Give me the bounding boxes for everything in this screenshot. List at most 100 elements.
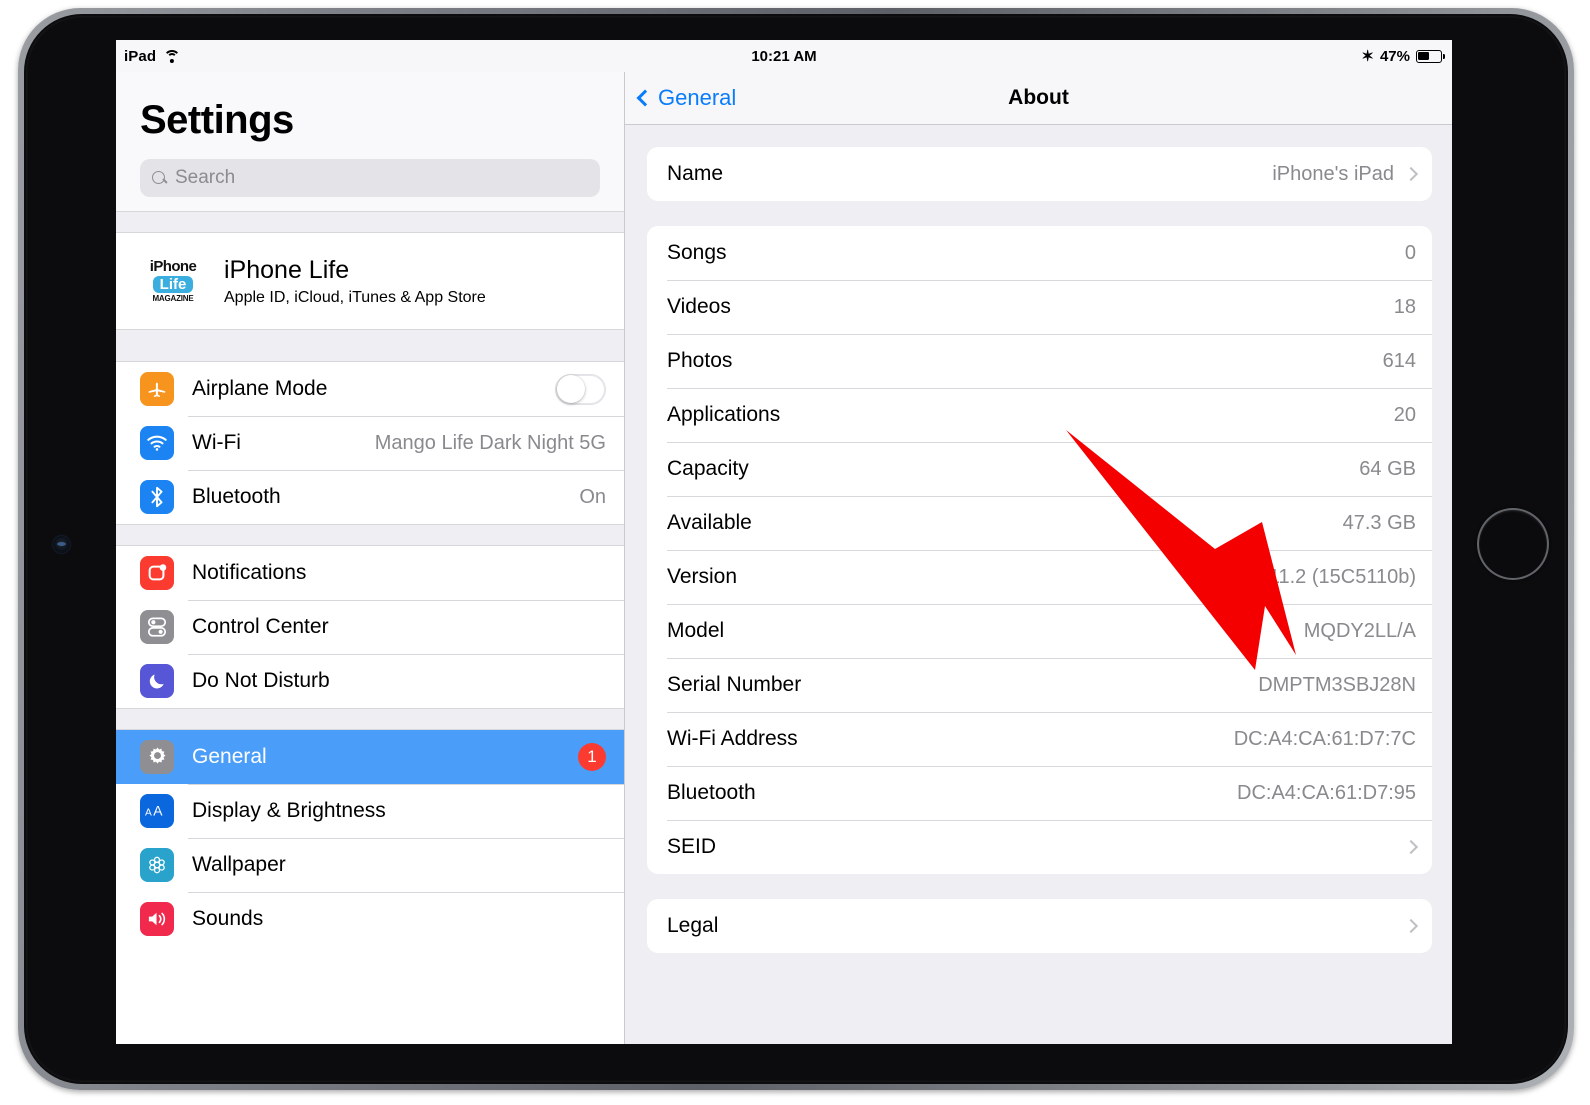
row-value: 47.3 GB	[1342, 511, 1416, 534]
row-label: Wi-Fi Address	[667, 727, 798, 750]
row-label: Available	[667, 511, 752, 534]
row-label: Version	[667, 565, 738, 588]
back-button[interactable]: General	[625, 85, 736, 111]
notifications-icon	[140, 556, 174, 590]
sidebar-item-airplane-mode[interactable]: Airplane Mode	[116, 362, 624, 416]
sidebar-item-display-brightness[interactable]: A A Display & Brightness	[116, 784, 624, 838]
wifi-icon	[140, 426, 174, 460]
sidebar-item-general[interactable]: General 1	[116, 730, 624, 784]
about-pane: General About Name iPhone's iPad Songs 0…	[625, 72, 1452, 1044]
row-label: Applications	[667, 403, 781, 426]
logo-line-3: MAGAZINE	[152, 294, 194, 303]
status-bar-right: ✶ 47%	[1361, 47, 1446, 65]
chevron-right-icon	[1403, 918, 1419, 934]
sidebar-item-wallpaper[interactable]: Wallpaper	[116, 838, 624, 892]
sidebar-item-label: Control Center	[192, 615, 329, 638]
sidebar-group-connectivity: Airplane Mode Wi-Fi Mango Life Dark Nigh…	[116, 362, 624, 524]
about-section-name: Name iPhone's iPad	[647, 147, 1432, 201]
row-value: 0	[1404, 241, 1416, 264]
sidebar-item-label: Notifications	[192, 561, 307, 584]
table-row-model: Model MQDY2LL/A	[647, 604, 1432, 658]
sidebar-item-do-not-disturb[interactable]: Do Not Disturb	[116, 654, 624, 708]
table-row: Capacity 64 GB	[647, 442, 1432, 496]
sidebar-group-system: General 1 A A Display & Brightness Wallp…	[116, 730, 624, 946]
status-bar: iPad 10:21 AM ✶ 47%	[116, 40, 1452, 72]
wallpaper-icon	[140, 848, 174, 882]
text-size-icon: A A	[140, 794, 174, 828]
row-label: Bluetooth	[667, 781, 756, 804]
airplane-icon	[140, 372, 174, 406]
row-label: Photos	[667, 349, 733, 372]
row-value: DC:A4:CA:61:D7:7C	[1233, 727, 1416, 750]
control-center-icon	[140, 610, 174, 644]
sidebar-header: Settings Search	[116, 72, 624, 211]
bluetooth-state-value: On	[579, 485, 606, 508]
front-camera-glint	[57, 542, 66, 546]
sidebar-item-label: Sounds	[192, 907, 264, 930]
row-value: 64 GB	[1359, 457, 1416, 480]
home-button[interactable]	[1477, 508, 1549, 580]
sidebar-gap	[116, 524, 624, 546]
sidebar-item-apple-id[interactable]: iPhone Life MAGAZINE iPhone Life Apple I…	[116, 233, 624, 329]
table-row: Songs 0	[647, 226, 1432, 280]
about-section-legal: Legal	[647, 899, 1432, 953]
back-button-label: General	[658, 85, 737, 110]
battery-icon	[1416, 49, 1446, 63]
bluetooth-icon	[140, 480, 174, 514]
table-row[interactable]: Legal	[647, 899, 1432, 953]
sidebar-gap	[116, 211, 624, 233]
row-value: 614	[1382, 349, 1416, 372]
table-row[interactable]: Name iPhone's iPad	[647, 147, 1432, 201]
apple-id-subtitle: Apple ID, iCloud, iTunes & App Store	[224, 288, 486, 306]
apple-id-text: iPhone Life Apple ID, iCloud, iTunes & A…	[224, 256, 486, 307]
screenshot-root: iPad 10:21 AM ✶ 47% Settings Search iPho…	[0, 0, 1590, 1105]
row-value: DC:A4:CA:61:D7:95	[1237, 781, 1416, 804]
row-value: 20	[1393, 403, 1416, 426]
table-row: Wi-Fi Address DC:A4:CA:61:D7:7C	[647, 712, 1432, 766]
split-view: Settings Search iPhone Life MAGAZINE iPh…	[116, 72, 1452, 1044]
chevron-right-icon	[1403, 839, 1419, 855]
svg-text:A: A	[153, 803, 163, 819]
settings-sidebar: Settings Search iPhone Life MAGAZINE iPh…	[116, 72, 625, 1044]
search-input[interactable]: Search	[140, 159, 600, 197]
sidebar-gap	[116, 708, 624, 730]
table-row: Version 11.2 (15C5110b)	[647, 550, 1432, 604]
chevron-right-icon	[1403, 166, 1419, 182]
navigation-bar: General About	[625, 72, 1452, 125]
page-title: Settings	[140, 98, 294, 142]
speaker-icon	[140, 902, 174, 936]
row-value: 18	[1393, 295, 1416, 318]
table-row[interactable]: SEID	[647, 820, 1432, 874]
logo-line-1: iPhone	[149, 258, 197, 275]
apple-id-avatar: iPhone Life MAGAZINE	[140, 248, 206, 314]
about-section-details: Songs 0 Videos 18 Photos 614 Application…	[647, 226, 1432, 874]
sidebar-item-control-center[interactable]: Control Center	[116, 600, 624, 654]
status-clock: 10:21 AM	[751, 47, 817, 65]
about-list: Name iPhone's iPad Songs 0 Videos 18 Pho…	[625, 125, 1452, 1044]
svg-text:A: A	[145, 808, 152, 819]
moon-icon	[140, 664, 174, 698]
battery-percent-label: 47%	[1379, 47, 1410, 65]
sidebar-item-wifi[interactable]: Wi-Fi Mango Life Dark Night 5G	[116, 416, 624, 470]
sidebar-item-sounds[interactable]: Sounds	[116, 892, 624, 946]
table-row: Videos 18	[647, 280, 1432, 334]
search-icon	[152, 170, 167, 186]
sidebar-item-label: Wallpaper	[192, 853, 286, 876]
sidebar-item-label: Bluetooth	[192, 485, 281, 508]
row-label: Songs	[667, 241, 727, 264]
sidebar-item-notifications[interactable]: Notifications	[116, 546, 624, 600]
table-row: Applications 20	[647, 388, 1432, 442]
status-badge: 1	[578, 743, 606, 771]
sidebar-group-alerts: Notifications Control Center Do Not Dist…	[116, 546, 624, 708]
row-label: Capacity	[667, 457, 749, 480]
sidebar-item-label: Airplane Mode	[192, 377, 328, 400]
airplane-mode-toggle[interactable]	[555, 373, 606, 405]
table-row: Serial Number DMPTM3SBJ28N	[647, 658, 1432, 712]
table-row: Photos 614	[647, 334, 1432, 388]
row-label: Name	[667, 162, 724, 185]
row-value: MQDY2LL/A	[1303, 619, 1416, 642]
sidebar-gap	[116, 329, 624, 362]
sidebar-item-label: General	[192, 745, 267, 768]
row-value: iPhone's iPad	[1272, 162, 1394, 185]
sidebar-item-bluetooth[interactable]: Bluetooth On	[116, 470, 624, 524]
